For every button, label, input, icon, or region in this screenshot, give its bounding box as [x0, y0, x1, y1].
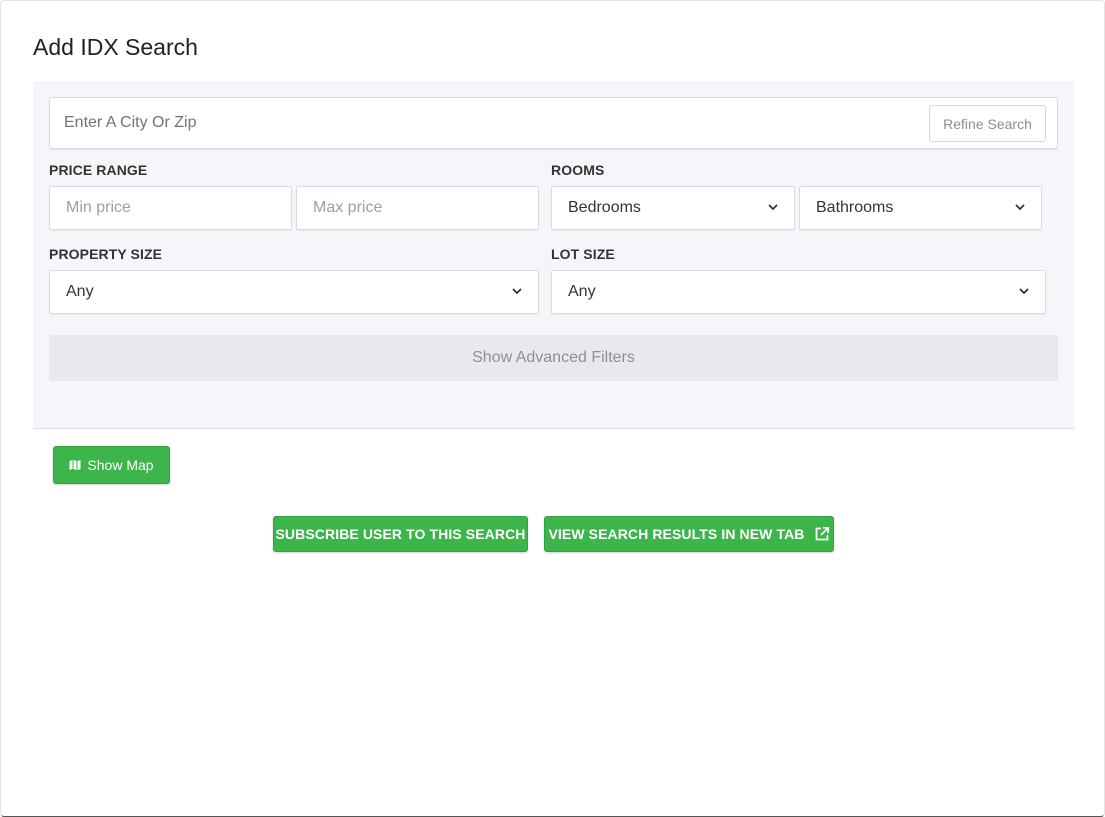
location-search-box: Refine Search	[49, 97, 1058, 149]
search-filters-panel: Refine Search PRICE RANGE ROOMS Bedrooms…	[33, 81, 1074, 429]
show-map-button[interactable]: Show Map	[53, 446, 170, 484]
property-size-select-value: Any	[66, 283, 94, 300]
modal-title: Add IDX Search	[33, 34, 198, 60]
rooms-label: ROOMS	[551, 162, 605, 178]
chevron-down-icon	[512, 288, 522, 294]
lot-size-select[interactable]: Any	[551, 270, 1046, 314]
min-price-field	[49, 186, 292, 230]
min-price-input[interactable]	[50, 187, 291, 229]
view-results-new-tab-button[interactable]: VIEW SEARCH RESULTS IN NEW TAB	[544, 516, 834, 552]
view-results-label: VIEW SEARCH RESULTS IN NEW TAB	[548, 526, 805, 542]
max-price-field	[296, 186, 539, 230]
refine-search-button[interactable]: Refine Search	[929, 105, 1046, 142]
chevron-down-icon	[768, 204, 778, 210]
lot-size-select-value: Any	[568, 283, 596, 300]
external-link-icon	[815, 526, 829, 541]
city-zip-search-input[interactable]	[64, 98, 904, 148]
bathrooms-select[interactable]: Bathrooms	[799, 186, 1042, 230]
chevron-down-icon	[1015, 204, 1025, 210]
property-size-select[interactable]: Any	[49, 270, 539, 314]
subscribe-user-label: SUBSCRIBE USER TO THIS SEARCH	[275, 526, 526, 542]
show-advanced-filters-button[interactable]: Show Advanced Filters	[49, 335, 1058, 381]
subscribe-user-button[interactable]: SUBSCRIBE USER TO THIS SEARCH	[273, 516, 528, 552]
bathrooms-select-value: Bathrooms	[816, 199, 894, 216]
property-size-label: PROPERTY SIZE	[49, 246, 163, 262]
chevron-down-icon	[1019, 288, 1029, 294]
bedrooms-select-value: Bedrooms	[568, 199, 641, 216]
max-price-input[interactable]	[297, 187, 538, 229]
lot-size-label: LOT SIZE	[551, 246, 615, 262]
price-range-label: PRICE RANGE	[49, 162, 148, 178]
show-map-label: Show Map	[87, 457, 154, 473]
map-icon	[69, 459, 81, 471]
add-idx-search-modal: Add IDX Search Refine Search PRICE RANGE…	[0, 0, 1105, 817]
bedrooms-select[interactable]: Bedrooms	[551, 186, 795, 230]
